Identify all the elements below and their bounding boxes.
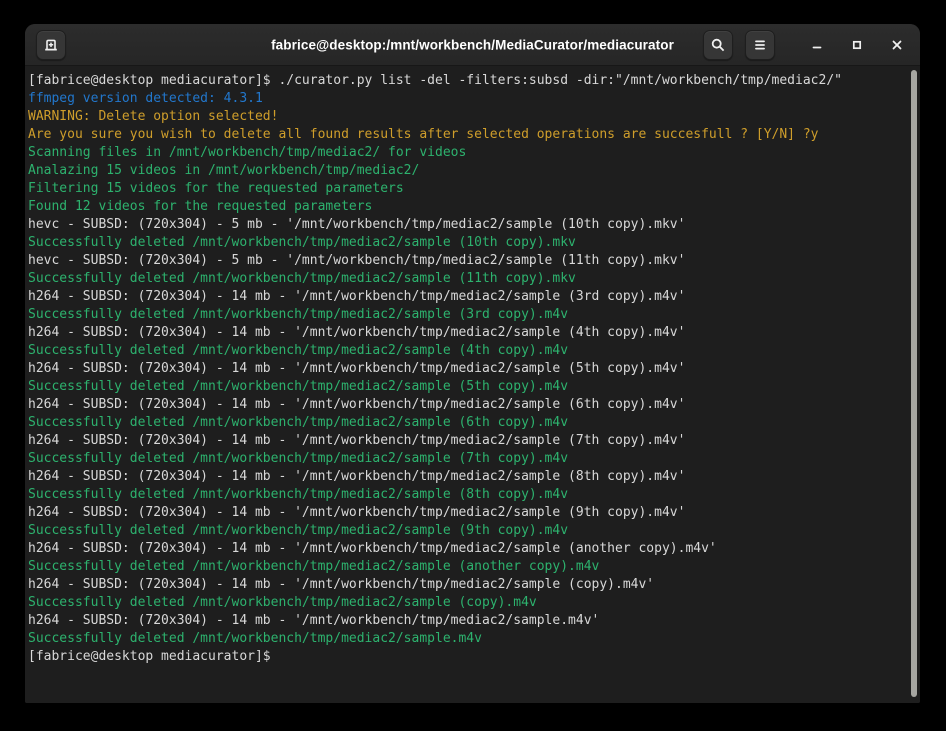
terminal-line: h264 - SUBSD: (720x304) - 14 mb - '/mnt/… bbox=[28, 576, 906, 594]
search-icon bbox=[710, 37, 726, 53]
terminal-line: WARNING: Delete option selected! bbox=[28, 108, 906, 126]
terminal-line: Filtering 15 videos for the requested pa… bbox=[28, 180, 906, 198]
terminal-line: Successfully deleted /mnt/workbench/tmp/… bbox=[28, 414, 906, 432]
terminal-line: Successfully deleted /mnt/workbench/tmp/… bbox=[28, 486, 906, 504]
terminal-line: Successfully deleted /mnt/workbench/tmp/… bbox=[28, 630, 906, 648]
terminal-line: Successfully deleted /mnt/workbench/tmp/… bbox=[28, 594, 906, 612]
terminal-window: fabrice@desktop:/mnt/workbench/MediaCura… bbox=[25, 24, 920, 703]
scrollbar-thumb[interactable] bbox=[911, 70, 917, 697]
window-controls bbox=[805, 33, 909, 57]
new-tab-button[interactable] bbox=[36, 30, 66, 60]
terminal-line: Successfully deleted /mnt/workbench/tmp/… bbox=[28, 558, 906, 576]
terminal-line: h264 - SUBSD: (720x304) - 14 mb - '/mnt/… bbox=[28, 360, 906, 378]
terminal-line: Successfully deleted /mnt/workbench/tmp/… bbox=[28, 378, 906, 396]
terminal-line: Analazing 15 videos in /mnt/workbench/tm… bbox=[28, 162, 906, 180]
terminal-line: ffmpeg version detected: 4.3.1 bbox=[28, 90, 906, 108]
terminal-line: Scanning files in /mnt/workbench/tmp/med… bbox=[28, 144, 906, 162]
terminal-line: h264 - SUBSD: (720x304) - 14 mb - '/mnt/… bbox=[28, 396, 906, 414]
terminal-line: h264 - SUBSD: (720x304) - 14 mb - '/mnt/… bbox=[28, 612, 906, 630]
close-button[interactable] bbox=[885, 33, 909, 57]
terminal-line: Are you sure you wish to delete all foun… bbox=[28, 126, 906, 144]
maximize-icon bbox=[849, 37, 865, 53]
close-icon bbox=[889, 37, 905, 53]
titlebar[interactable]: fabrice@desktop:/mnt/workbench/MediaCura… bbox=[25, 24, 920, 66]
terminal-line: Successfully deleted /mnt/workbench/tmp/… bbox=[28, 306, 906, 324]
minimize-icon bbox=[809, 37, 825, 53]
terminal-line: hevc - SUBSD: (720x304) - 5 mb - '/mnt/w… bbox=[28, 216, 906, 234]
new-tab-icon bbox=[43, 37, 59, 53]
terminal-line: Successfully deleted /mnt/workbench/tmp/… bbox=[28, 270, 906, 288]
minimize-button[interactable] bbox=[805, 33, 829, 57]
terminal-line: Successfully deleted /mnt/workbench/tmp/… bbox=[28, 234, 906, 252]
terminal-line: hevc - SUBSD: (720x304) - 5 mb - '/mnt/w… bbox=[28, 252, 906, 270]
terminal-line: Successfully deleted /mnt/workbench/tmp/… bbox=[28, 522, 906, 540]
terminal-line: h264 - SUBSD: (720x304) - 14 mb - '/mnt/… bbox=[28, 468, 906, 486]
terminal-line: [fabrice@desktop mediacurator]$ bbox=[28, 648, 906, 666]
window-title: fabrice@desktop:/mnt/workbench/MediaCura… bbox=[271, 37, 674, 52]
scrollbar bbox=[911, 70, 917, 697]
menu-button[interactable] bbox=[745, 30, 775, 60]
desktop-background: fabrice@desktop:/mnt/workbench/MediaCura… bbox=[0, 0, 946, 731]
terminal-line: Successfully deleted /mnt/workbench/tmp/… bbox=[28, 342, 906, 360]
terminal-line: h264 - SUBSD: (720x304) - 14 mb - '/mnt/… bbox=[28, 288, 906, 306]
terminal-line: Successfully deleted /mnt/workbench/tmp/… bbox=[28, 450, 906, 468]
maximize-button[interactable] bbox=[845, 33, 869, 57]
terminal-line: h264 - SUBSD: (720x304) - 14 mb - '/mnt/… bbox=[28, 432, 906, 450]
terminal-line: h264 - SUBSD: (720x304) - 14 mb - '/mnt/… bbox=[28, 324, 906, 342]
titlebar-right-controls bbox=[703, 30, 909, 60]
hamburger-menu-icon bbox=[752, 37, 768, 53]
terminal-line: Found 12 videos for the requested parame… bbox=[28, 198, 906, 216]
terminal-line: h264 - SUBSD: (720x304) - 14 mb - '/mnt/… bbox=[28, 504, 906, 522]
search-button[interactable] bbox=[703, 30, 733, 60]
terminal-line: [fabrice@desktop mediacurator]$ ./curato… bbox=[28, 72, 906, 90]
terminal-line: h264 - SUBSD: (720x304) - 14 mb - '/mnt/… bbox=[28, 540, 906, 558]
terminal-output[interactable]: [fabrice@desktop mediacurator]$ ./curato… bbox=[25, 66, 920, 703]
